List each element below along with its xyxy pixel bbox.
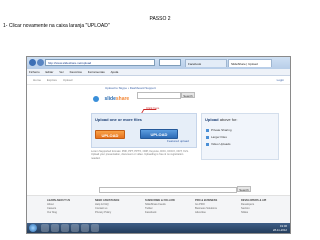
- pro-upload-panel: Upload above for: Private Sharing Larger…: [201, 113, 279, 160]
- pro-item-private: Private Sharing: [206, 128, 232, 132]
- featured-upload-link[interactable]: Featured upload: [167, 139, 189, 143]
- callout-label: Click here: [146, 106, 160, 110]
- bottom-search-button[interactable]: Search: [237, 186, 251, 192]
- footer-column: PRO & BUSINESS Go PRO Business Solutions…: [195, 199, 218, 214]
- footer-link[interactable]: Contact us: [95, 207, 119, 210]
- pro-panel-title: Upload: [205, 117, 219, 122]
- site-header: Home Explore Upload Login: [27, 76, 290, 85]
- menu-file[interactable]: Ficheiro: [29, 70, 40, 74]
- footer-link[interactable]: Twitter: [145, 207, 175, 210]
- footer-link[interactable]: Our blog: [47, 211, 70, 214]
- slideshare-logo[interactable]: slideshare: [93, 90, 129, 102]
- site-search-button[interactable]: Search: [181, 92, 195, 98]
- checkmark-icon: [206, 135, 209, 139]
- footer-column: LEARN ABOUT US About Careers Our blog: [47, 199, 71, 214]
- slideshare-logo-icon: [93, 95, 99, 102]
- footer-link[interactable]: Help & FAQ: [95, 203, 119, 206]
- checkmark-icon: [206, 128, 209, 132]
- web-page: Home Explore Upload Login Upload to Skyp…: [27, 76, 290, 224]
- site-search-input[interactable]: [137, 92, 181, 99]
- browser-screenshot: http://www.slideshare.net/upload Faceboo…: [26, 56, 291, 234]
- menu-help[interactable]: Ajuda: [111, 70, 119, 74]
- powerpoint-icon[interactable]: [91, 224, 99, 232]
- upload-orange-button[interactable]: UPLOAD: [95, 130, 125, 139]
- footer-column: SUBSCRIBE & FOLLOW SlideShare Feeds Twit…: [145, 199, 175, 214]
- pro-item-larger: Larger Files: [206, 135, 227, 139]
- footer-link[interactable]: Careers: [47, 207, 70, 210]
- supported-formats-text: Lorem Supported formats: PDF, PPT, PPTX,…: [91, 150, 189, 160]
- footer-link[interactable]: Section: [241, 207, 266, 210]
- windows-taskbar: 19:06 28-11-2012: [27, 223, 290, 233]
- tab-facebook[interactable]: Facebook: [185, 59, 227, 67]
- menu-tools[interactable]: Ferramentas: [88, 70, 105, 74]
- logo-text-right: share: [115, 95, 130, 102]
- forward-button-icon[interactable]: [37, 59, 44, 66]
- footer-column: NEED ASSISTANCE Help & FAQ Contact us Pr…: [95, 199, 120, 214]
- document-title: PASSO 2: [149, 16, 171, 22]
- nav-home[interactable]: Home: [33, 78, 41, 82]
- firefox-icon[interactable]: [71, 224, 79, 232]
- browser-toolbar: http://www.slideshare.net/upload Faceboo…: [27, 57, 290, 69]
- word-icon[interactable]: [81, 224, 89, 232]
- footer-link[interactable]: Privacy Policy: [95, 211, 119, 214]
- document-step-instruction: 1- Clicar novamente na caixa laranja "UP…: [3, 23, 110, 29]
- pro-panel-title-suffix: above for:: [219, 117, 238, 122]
- back-button-icon[interactable]: [29, 59, 36, 66]
- menu-edit[interactable]: Editar: [46, 70, 54, 74]
- explorer-icon[interactable]: [41, 224, 49, 232]
- footer-link[interactable]: Advertise: [195, 211, 217, 214]
- login-link[interactable]: Login: [277, 78, 284, 82]
- site-footer: LEARN ABOUT US About Careers Our blog NE…: [27, 195, 290, 224]
- upload-blue-button[interactable]: UPLOAD: [140, 129, 178, 139]
- footer-column: DEVELOPERS & API Developers Section Slid…: [241, 199, 267, 214]
- footer-link[interactable]: Developers: [241, 203, 266, 206]
- menu-view[interactable]: Ver: [59, 70, 64, 74]
- address-bar[interactable]: http://www.slideshare.net/upload: [45, 59, 155, 66]
- pro-item-video: Video Uploads: [206, 142, 230, 146]
- footer-link[interactable]: Slides: [241, 211, 266, 214]
- footer-link[interactable]: About: [47, 203, 70, 206]
- upload-panel-heading: Upload one or more files: [95, 117, 142, 122]
- site-nav: Home Explore Upload: [33, 78, 77, 82]
- checkmark-icon: [206, 142, 209, 146]
- footer-link[interactable]: Facebook: [145, 211, 175, 214]
- media-player-icon[interactable]: [51, 224, 59, 232]
- start-button-icon[interactable]: [29, 224, 37, 232]
- taskbar-clock[interactable]: 19:06 28-11-2012: [273, 224, 287, 232]
- logo-text-left: slide: [104, 95, 116, 102]
- footer-link[interactable]: SlideShare Feeds: [145, 203, 175, 206]
- nav-upload[interactable]: Upload: [63, 78, 73, 82]
- footer-link[interactable]: Go PRO: [195, 203, 217, 206]
- internet-explorer-icon[interactable]: [61, 224, 69, 232]
- bottom-search-input[interactable]: [99, 187, 237, 193]
- footer-link[interactable]: Business Solutions: [195, 207, 217, 210]
- menu-favorites[interactable]: Favoritos: [70, 70, 82, 74]
- clock-date: 28-11-2012: [272, 228, 287, 232]
- browser-search-box[interactable]: [159, 59, 181, 66]
- tab-slideshare-upload[interactable]: SlideShare | Upload: [228, 59, 272, 67]
- nav-explore[interactable]: Explore: [47, 78, 57, 82]
- browser-menubar: Ficheiro Editar Ver Favoritos Ferramenta…: [27, 69, 290, 76]
